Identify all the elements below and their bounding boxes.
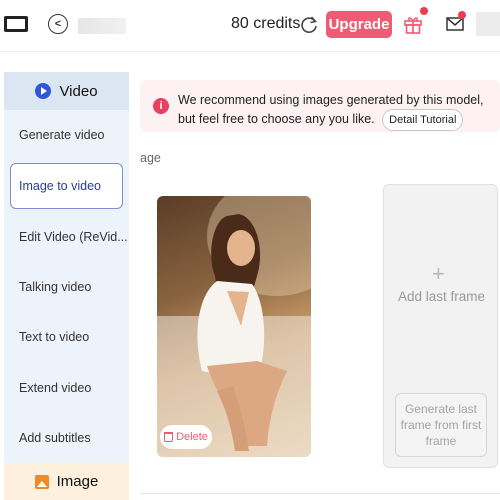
sidebar-section-image[interactable]: Image [4, 463, 129, 500]
sidebar-header-label: Video [59, 82, 98, 100]
sidebar-header-video[interactable]: Video [4, 72, 129, 110]
sidebar-item-text-to-video[interactable]: Text to video [19, 330, 89, 344]
plus-icon: + [432, 261, 445, 286]
info-icon: i [153, 98, 169, 114]
upgrade-button[interactable]: Upgrade [326, 11, 392, 38]
app-page: < 80 credits Upgrade Video Generate vide… [0, 0, 500, 500]
divider [140, 493, 500, 494]
image-icon [34, 474, 49, 489]
section-label: age [140, 151, 161, 165]
generate-last-frame-button[interactable]: Generate last frame from first frame [395, 393, 487, 457]
play-icon [35, 83, 52, 99]
uploaded-image [157, 196, 311, 457]
sidebar-footer-label: Image [56, 473, 99, 490]
sidebar-item-extend-video[interactable]: Extend video [19, 381, 91, 395]
delete-button[interactable]: Delete [160, 425, 212, 449]
credits-count: 80 credits [231, 15, 301, 32]
refresh-icon[interactable] [298, 13, 320, 35]
add-last-frame-label: Add last frame [397, 289, 486, 304]
delete-label: Delete [176, 431, 208, 443]
sidebar: Video Generate video Image to video Edit… [4, 72, 129, 500]
sidebar-item-generate-video[interactable]: Generate video [19, 128, 104, 142]
window-icon[interactable] [4, 16, 28, 32]
sidebar-item-talking-video[interactable]: Talking video [19, 280, 91, 294]
avatar[interactable] [476, 12, 500, 36]
back-icon[interactable]: < [48, 14, 68, 34]
add-last-frame-panel[interactable]: + Add last frame Generate last frame fro… [383, 184, 498, 468]
detail-tutorial-button[interactable]: Detail Tutorial [382, 109, 464, 131]
blurred-title [78, 18, 126, 34]
recommendation-notice: i We recommend using images generated by… [140, 80, 500, 132]
notice-text: We recommend using images generated by t… [178, 91, 500, 131]
sidebar-item-image-to-video[interactable]: Image to video [10, 163, 123, 209]
gift-icon[interactable] [402, 13, 424, 35]
sidebar-item-add-subtitles[interactable]: Add subtitles [19, 431, 91, 445]
photo-illustration [157, 196, 311, 457]
mail-notification-dot [458, 11, 466, 19]
sidebar-item-edit-video[interactable]: Edit Video (ReVid... [19, 230, 128, 244]
top-bar: < 80 credits Upgrade [0, 0, 500, 52]
gift-notification-dot [420, 7, 428, 15]
trash-icon [164, 432, 174, 442]
